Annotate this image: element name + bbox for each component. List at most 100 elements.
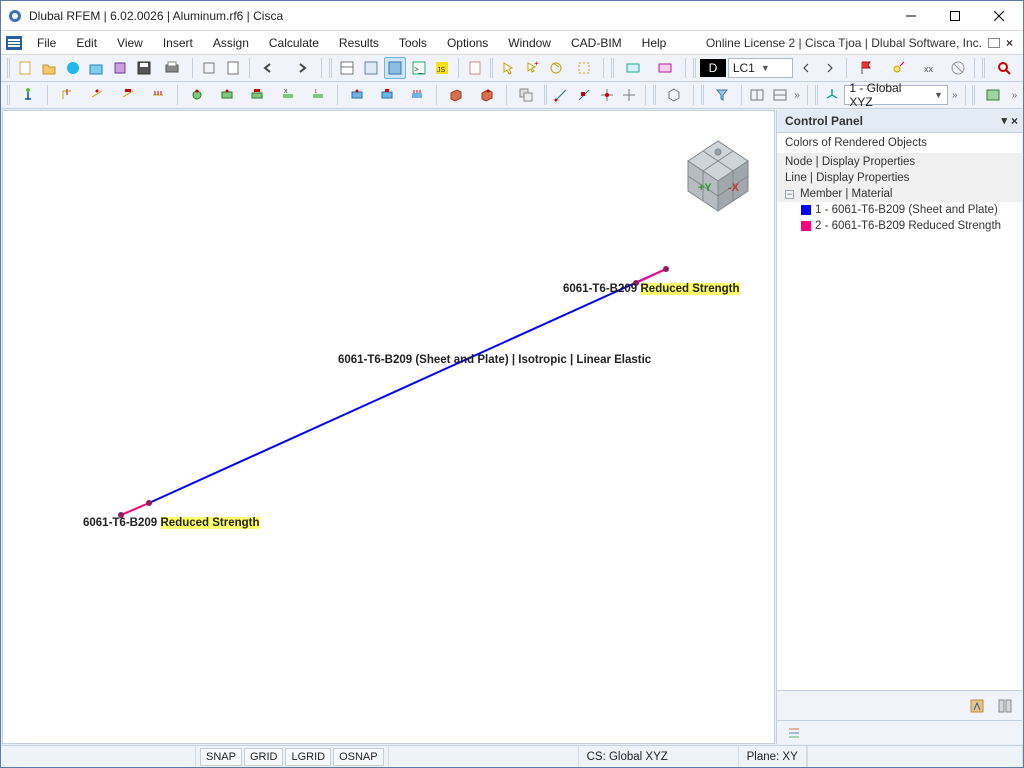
prev-lc-icon[interactable]: [795, 57, 817, 79]
menu-assign[interactable]: Assign: [203, 33, 259, 53]
axis-tool-1-icon[interactable]: [551, 84, 572, 106]
save-icon[interactable]: [133, 57, 155, 79]
legend-item-1[interactable]: 1 - 6061-T6-B209 (Sheet and Plate): [777, 202, 1022, 218]
clear-results-icon[interactable]: [947, 57, 969, 79]
results-flag-icon[interactable]: [852, 57, 882, 79]
menu-help[interactable]: Help: [632, 33, 677, 53]
axis-tool-3-icon[interactable]: [596, 84, 617, 106]
restore-child-icon[interactable]: [988, 38, 1000, 48]
panel-row-line[interactable]: Line | Display Properties: [777, 170, 1022, 186]
panel-action-2-icon[interactable]: [994, 695, 1016, 717]
pane-h-icon[interactable]: [747, 84, 768, 106]
load-tool-1-icon[interactable]: [53, 84, 81, 106]
legend-label-2: 2 - 6061-T6-B209 Reduced Strength: [815, 220, 1001, 232]
app-menu-icon[interactable]: [5, 34, 23, 52]
filter-icon[interactable]: [708, 84, 736, 106]
panel-row-member[interactable]: − Member | Material: [777, 186, 1022, 202]
cs-icon[interactable]: [822, 84, 843, 106]
window-title: Dlubal RFEM | 6.02.0026 | Aluminum.rf6 |…: [29, 9, 283, 23]
load-tool-4-icon[interactable]: [144, 84, 172, 106]
print-icon[interactable]: [157, 57, 187, 79]
overflow-icon-3[interactable]: »: [1010, 90, 1020, 101]
show-all-icon[interactable]: [618, 57, 648, 79]
open-icon[interactable]: [38, 57, 60, 79]
table-status-icon[interactable]: [384, 57, 406, 79]
load-tool-5-icon[interactable]: [183, 84, 211, 106]
panel-footer: [777, 690, 1022, 720]
menu-window[interactable]: Window: [498, 33, 561, 53]
menu-insert[interactable]: Insert: [153, 33, 203, 53]
status-grid[interactable]: GRID: [244, 748, 284, 766]
axis-tool-2-icon[interactable]: [574, 84, 595, 106]
results-display-icon[interactable]: [884, 57, 914, 79]
redo-icon[interactable]: [286, 57, 316, 79]
menu-edit[interactable]: Edit: [66, 33, 107, 53]
tool-copy-icon[interactable]: [512, 84, 540, 106]
loadcase-combo[interactable]: LC1 ▼: [728, 58, 794, 78]
close-child-icon[interactable]: ×: [1006, 36, 1013, 50]
pane-v-icon[interactable]: [770, 84, 791, 106]
cs-combo[interactable]: 1 - Global XYZ ▼: [844, 85, 948, 105]
surface-load-3-icon[interactable]: [403, 84, 431, 106]
load-tool-2-icon[interactable]: [83, 84, 111, 106]
overflow-icon-2[interactable]: »: [950, 90, 960, 101]
xx-icon[interactable]: xx: [916, 57, 946, 79]
table-nodes-icon[interactable]: [360, 57, 382, 79]
menu-calculate[interactable]: Calculate: [259, 33, 329, 53]
select-special-icon[interactable]: [569, 57, 599, 79]
tree-collapse-icon[interactable]: −: [785, 190, 794, 199]
calculate-icon[interactable]: [464, 57, 486, 79]
minimize-button[interactable]: [889, 1, 933, 30]
js-icon[interactable]: JS: [431, 57, 453, 79]
dlubal-cloud-icon[interactable]: [62, 57, 84, 79]
menu-file[interactable]: File: [27, 33, 66, 53]
layers-icon[interactable]: [198, 57, 220, 79]
panel-row-node[interactable]: Node | Display Properties: [777, 154, 1022, 170]
panel-action-1-icon[interactable]: [966, 695, 988, 717]
panel-pin-icon[interactable]: ▾: [1001, 114, 1007, 128]
next-lc-icon[interactable]: [819, 57, 841, 79]
overflow-icon-1[interactable]: »: [792, 90, 802, 101]
solid-load-2-icon[interactable]: [473, 84, 501, 106]
select-related-icon[interactable]: [545, 57, 567, 79]
legend-item-2[interactable]: 2 - 6061-T6-B209 Reduced Strength: [777, 218, 1022, 234]
visibility-icon[interactable]: [650, 57, 680, 79]
support-tool-1-icon[interactable]: [14, 84, 42, 106]
view-iso-icon[interactable]: [660, 84, 688, 106]
load-tool-9-icon[interactable]: ↕: [304, 84, 332, 106]
solid-load-1-icon[interactable]: [442, 84, 470, 106]
select-plus-icon[interactable]: +: [521, 57, 543, 79]
search-icon[interactable]: [989, 57, 1019, 79]
panel-close-icon[interactable]: ×: [1011, 114, 1018, 128]
select-icon[interactable]: [497, 57, 519, 79]
panel-list-icon[interactable]: [783, 722, 805, 744]
table-view-icon[interactable]: [336, 57, 358, 79]
axis-tool-4-icon[interactable]: [619, 84, 640, 106]
surface-load-2-icon[interactable]: [373, 84, 401, 106]
script-icon[interactable]: >_: [408, 57, 430, 79]
new-icon[interactable]: [14, 57, 36, 79]
status-lgrid[interactable]: LGRID: [285, 748, 331, 766]
load-tool-3-icon[interactable]: [113, 84, 141, 106]
status-snap[interactable]: SNAP: [200, 748, 242, 766]
menu-cadbim[interactable]: CAD-BIM: [561, 33, 632, 53]
menu-view[interactable]: View: [107, 33, 153, 53]
clipboard-icon[interactable]: [222, 57, 244, 79]
surface-load-1-icon[interactable]: [343, 84, 371, 106]
maximize-button[interactable]: [933, 1, 977, 30]
load-tool-8-icon[interactable]: x: [273, 84, 301, 106]
status-osnap[interactable]: OSNAP: [333, 748, 384, 766]
block-icon[interactable]: [109, 57, 131, 79]
display-props-icon[interactable]: [979, 84, 1007, 106]
menu-tools[interactable]: Tools: [389, 33, 437, 53]
menu-results[interactable]: Results: [329, 33, 389, 53]
model-icon[interactable]: [86, 57, 108, 79]
viewport-3d[interactable]: +Y -X 6061-T6-B209 Reduced Strength 6061…: [2, 110, 775, 744]
load-tool-6-icon[interactable]: [213, 84, 241, 106]
panel-subtitle: Colors of Rendered Objects: [777, 133, 1022, 154]
load-tool-7-icon[interactable]: [243, 84, 271, 106]
member-label-mid: 6061-T6-B209 (Sheet and Plate) | Isotrop…: [338, 354, 651, 366]
close-button[interactable]: [977, 1, 1021, 30]
undo-icon[interactable]: [255, 57, 285, 79]
menu-options[interactable]: Options: [437, 33, 498, 53]
